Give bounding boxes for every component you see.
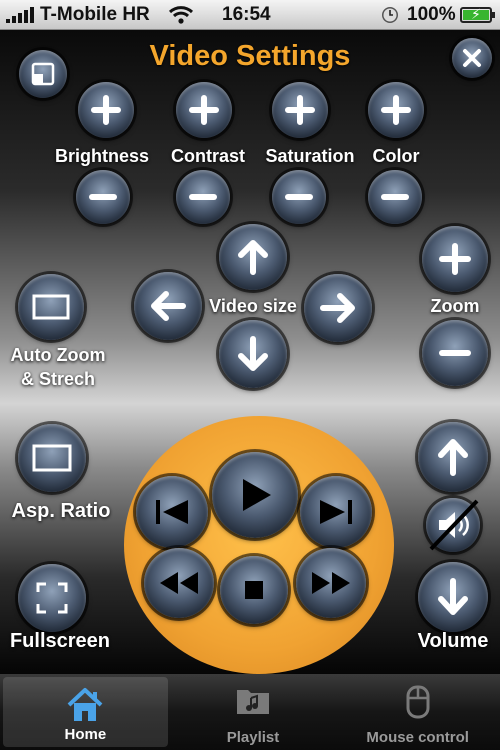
video-size-up-button[interactable] [219, 224, 287, 290]
minus-icon [285, 194, 313, 200]
zoom-in-button[interactable] [422, 226, 488, 292]
minus-icon [89, 194, 117, 200]
plus-icon [285, 95, 315, 125]
arrow-right-icon [320, 293, 355, 323]
volume-up-button[interactable] [418, 422, 488, 492]
home-icon [66, 687, 104, 727]
fast-forward-button[interactable] [296, 548, 366, 618]
carrier-name: T-Mobile HR [40, 4, 150, 25]
color-minus-button[interactable] [368, 170, 422, 224]
volume-label: Volume [417, 630, 489, 652]
previous-track-button[interactable] [136, 476, 208, 548]
stop-button[interactable] [220, 556, 288, 624]
plus-icon [189, 95, 219, 125]
mute-speaker-icon [429, 499, 479, 551]
brightness-label: Brightness [54, 146, 150, 166]
clock-time: 16:54 [222, 4, 271, 25]
rewind-button[interactable] [144, 548, 214, 618]
auto-zoom-label: Auto Zoom & Strech [2, 343, 114, 391]
arrow-up-icon [238, 240, 268, 275]
fullscreen-button[interactable] [18, 564, 86, 632]
volume-down-button[interactable] [418, 562, 488, 632]
contrast-minus-button[interactable] [176, 170, 230, 224]
battery-percentage: 100% [407, 4, 456, 25]
play-button[interactable] [212, 452, 298, 538]
fast-forward-icon [312, 572, 350, 594]
saturation-minus-button[interactable] [272, 170, 326, 224]
close-icon [463, 49, 481, 67]
wifi-icon [168, 5, 194, 31]
alarm-clock-icon [380, 5, 400, 31]
auto-zoom-label-line2: & Strech [20, 369, 96, 389]
saturation-plus-button[interactable] [272, 82, 328, 138]
signal-icon [6, 7, 34, 23]
tab-mouse-control-label: Mouse control [366, 729, 469, 746]
stop-icon [245, 581, 263, 599]
plus-icon [381, 95, 411, 125]
battery-icon: ⚡ [460, 6, 495, 23]
aspect-ratio-button[interactable] [18, 424, 86, 492]
color-label: Color [372, 146, 420, 166]
window-toggle-button[interactable] [19, 50, 67, 98]
zoom-out-button[interactable] [422, 320, 488, 386]
minus-icon [381, 194, 409, 200]
minus-icon [439, 350, 471, 356]
video-size-label: Video size [209, 296, 297, 316]
window-icon [31, 62, 55, 86]
mute-button[interactable] [426, 498, 480, 552]
color-plus-button[interactable] [368, 82, 424, 138]
minus-icon [189, 194, 217, 200]
tab-bar: Home Playlist Mouse control [0, 674, 500, 750]
fullscreen-icon [36, 582, 68, 614]
arrow-down-icon [238, 336, 268, 371]
tab-mouse-control[interactable]: Mouse control [335, 674, 500, 750]
playlist-folder-icon [235, 684, 271, 720]
close-button[interactable] [452, 38, 492, 78]
aspect-ratio-label: Asp. Ratio [11, 500, 111, 522]
rectangle-icon [32, 444, 72, 472]
contrast-plus-button[interactable] [176, 82, 232, 138]
video-size-right-button[interactable] [304, 274, 372, 342]
tab-playlist[interactable]: Playlist [171, 674, 336, 750]
page-title: Video Settings [149, 40, 351, 72]
tab-home[interactable]: Home [3, 677, 168, 747]
arrow-down-icon [438, 578, 468, 615]
saturation-label: Saturation [265, 146, 355, 166]
fullscreen-label: Fullscreen [9, 630, 111, 652]
brightness-minus-button[interactable] [76, 170, 130, 224]
brightness-plus-button[interactable] [78, 82, 134, 138]
tab-playlist-label: Playlist [226, 729, 280, 746]
status-bar: T-Mobile HR 16:54 100% ⚡ [0, 0, 500, 30]
auto-zoom-stretch-button[interactable] [18, 274, 84, 340]
zoom-label: Zoom [430, 296, 480, 316]
mouse-icon [405, 684, 431, 724]
arrow-up-icon [438, 439, 468, 476]
video-size-left-button[interactable] [134, 272, 202, 340]
arrow-left-icon [151, 291, 186, 321]
plus-icon [91, 95, 121, 125]
contrast-label: Contrast [170, 146, 245, 166]
play-icon [243, 479, 271, 511]
previous-track-icon [156, 500, 188, 524]
next-track-button[interactable] [300, 476, 372, 548]
auto-zoom-label-line1: Auto Zoom [10, 345, 106, 365]
plus-icon [439, 243, 471, 275]
rewind-icon [160, 572, 198, 594]
rectangle-icon [32, 294, 70, 320]
video-settings-panel: Video Settings Brightness Contrast Satur… [0, 30, 500, 674]
tab-home-label: Home [64, 726, 107, 743]
video-size-down-button[interactable] [219, 320, 287, 388]
next-track-icon [320, 500, 352, 524]
